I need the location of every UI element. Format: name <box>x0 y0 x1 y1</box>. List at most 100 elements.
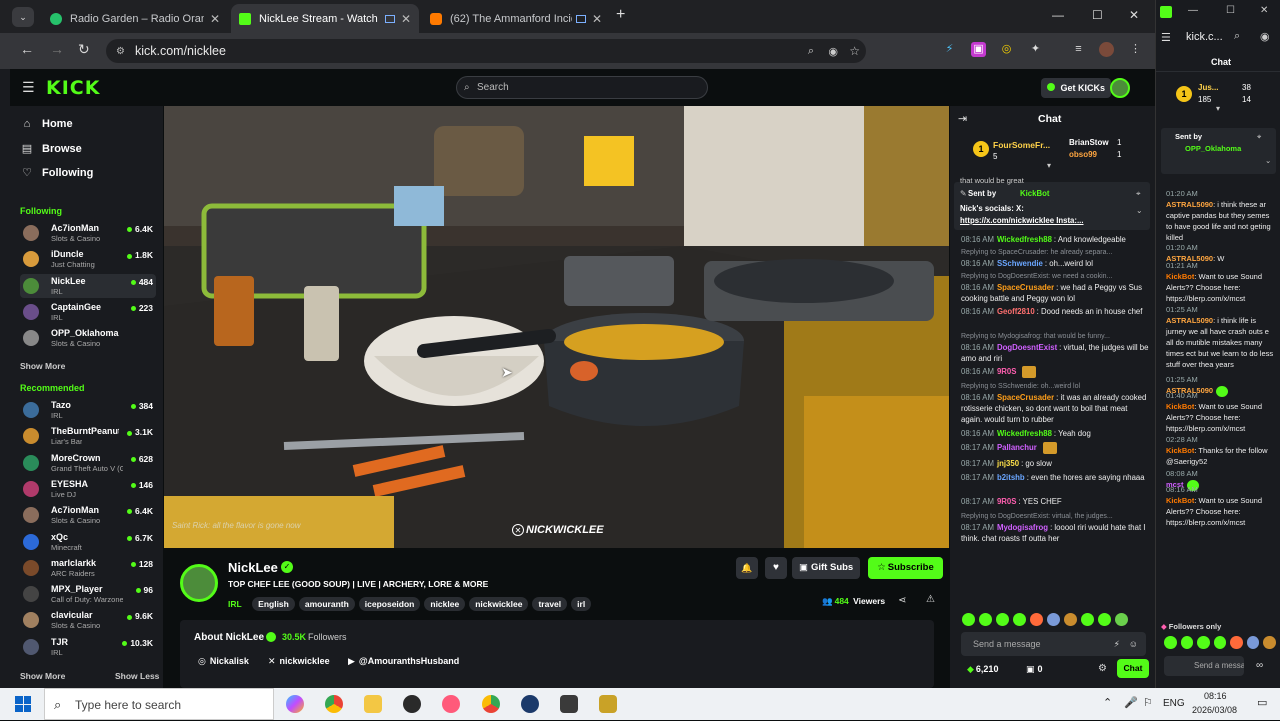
notifications-icon[interactable]: ▭ <box>1257 696 1267 709</box>
popout-chat-input[interactable]: Send a message <box>1164 656 1244 676</box>
copilot-icon[interactable] <box>286 695 304 713</box>
close-window-button[interactable]: ✕ <box>1260 5 1268 16</box>
clock-time[interactable]: 08:16 <box>1204 691 1227 701</box>
message-username[interactable]: jnj350 <box>997 459 1019 468</box>
gifter-name[interactable]: BrianStow <box>1069 138 1109 147</box>
nav-home[interactable]: ⌂ Home <box>20 118 73 130</box>
streamer-avatar[interactable] <box>180 564 218 602</box>
snipping-tool-icon[interactable] <box>442 695 460 713</box>
sidebar-channel[interactable]: Ac7ionMan Slots & Casino 6.4K <box>20 221 156 245</box>
user-avatar[interactable] <box>1110 78 1130 98</box>
message-username[interactable]: KickBot <box>1166 272 1194 281</box>
chat-input[interactable]: Send a message ⚡ ☺ <box>961 632 1146 656</box>
emote-icon[interactable] <box>996 613 1009 626</box>
emote-icon[interactable] <box>1098 613 1111 626</box>
close-window-button[interactable]: ✕ <box>1129 8 1139 22</box>
kicks-icon[interactable]: ⚡ <box>1114 632 1120 656</box>
minimize-button[interactable]: — <box>1052 8 1064 22</box>
emote-icon[interactable] <box>1197 636 1210 649</box>
chevron-down-icon[interactable]: ▾ <box>1216 104 1220 113</box>
notifications-button[interactable]: 🔔 <box>736 557 758 579</box>
app-icon[interactable] <box>560 695 578 713</box>
maximize-button[interactable]: ☐ <box>1092 8 1103 22</box>
message-username[interactable]: SpaceCrusader <box>997 283 1054 292</box>
emote-icon[interactable] <box>1030 613 1043 626</box>
close-icon[interactable]: ✕ <box>210 12 220 26</box>
new-tab-button[interactable]: + <box>616 6 625 24</box>
show-less-recommended[interactable]: Show Less <box>115 671 159 681</box>
emote-icon[interactable] <box>1047 613 1060 626</box>
streamer-name[interactable]: NickLee <box>228 560 278 575</box>
sidebar-channel[interactable]: iDuncle Just Chatting 1.8K <box>20 247 156 271</box>
send-arrow-icon[interactable]: ∞ <box>1256 660 1263 671</box>
sidebar-channel[interactable]: NickLee IRL 484 <box>20 273 156 298</box>
gifter-name[interactable]: obso99 <box>1069 150 1097 159</box>
instagram-link[interactable]: ◎ Nickalisk <box>198 656 249 667</box>
emote-icon[interactable] <box>979 613 992 626</box>
chrome-alt-icon[interactable] <box>482 695 500 713</box>
tab-search-button[interactable]: ⌄ <box>12 7 34 27</box>
message-username[interactable]: Wickedfresh88 <box>997 235 1052 244</box>
tag-pill[interactable]: English <box>252 597 295 611</box>
url-bar[interactable]: ⚙ kick.com/nicklee ⌕ ◉ ☆ <box>106 39 866 63</box>
category-link[interactable]: IRL <box>228 599 242 609</box>
chevron-down-icon[interactable]: ▾ <box>1047 161 1051 170</box>
collapse-chat-icon[interactable]: ⇥ <box>958 112 967 125</box>
message-username[interactable]: DogDoesntExist <box>997 343 1057 352</box>
sidebar-channel[interactable]: Ac7ionMan Slots & Casino 6.4K <box>20 503 156 527</box>
gifts-counter[interactable]: ▣ 0 <box>1026 664 1043 675</box>
follow-heart-button[interactable]: ♥ <box>765 557 787 579</box>
extension-icon[interactable]: ◎ <box>999 42 1014 57</box>
chat-settings-icon[interactable]: ⚙ <box>1098 663 1107 674</box>
profile-avatar[interactable] <box>1099 42 1114 57</box>
search-input[interactable]: ⌕ Search <box>456 76 708 99</box>
extension-icon[interactable]: ▣ <box>971 42 986 57</box>
share-icon[interactable]: ⋖ <box>898 595 906 606</box>
chat-send-button[interactable]: Chat <box>1117 659 1149 678</box>
tag-pill[interactable]: iceposeidon <box>358 597 421 611</box>
sidebar-channel[interactable]: xQc Minecraft 6.7K <box>20 530 156 554</box>
windows-start-icon[interactable] <box>15 696 31 712</box>
message-username[interactable]: Wickedfresh88 <box>997 429 1052 438</box>
sidebar-channel[interactable]: MPX_Player Call of Duty: Warzone 96 <box>20 582 156 606</box>
subscribe-button[interactable]: ☆ Subscribe <box>868 557 943 579</box>
tag-pill[interactable]: travel <box>532 597 568 611</box>
microphone-icon[interactable]: 🎤 <box>1124 696 1138 709</box>
unpin-icon[interactable]: ⌖ <box>1136 189 1140 199</box>
message-username[interactable]: Geoff2810 <box>997 307 1035 316</box>
hamburger-menu-icon[interactable]: ☰ <box>22 79 35 96</box>
chevron-down-icon[interactable]: ⌄ <box>1136 206 1143 215</box>
taskbar-search-input[interactable]: ⌕ Type here to search <box>44 688 274 720</box>
emote-icon[interactable] <box>1013 613 1026 626</box>
extensions-puzzle-icon[interactable]: ✦ <box>1028 42 1043 57</box>
forward-icon[interactable]: → <box>50 41 64 57</box>
emote-icon[interactable] <box>1081 613 1094 626</box>
tab-nicklee[interactable]: NickLee Stream - Watch Liv ✕ <box>231 4 419 33</box>
chevron-down-icon[interactable]: ⌄ <box>1265 156 1271 165</box>
nav-browse[interactable]: ▤ Browse <box>20 142 82 156</box>
nav-following[interactable]: ♡ Following <box>20 166 93 180</box>
message-username[interactable]: 9R0S <box>997 497 1017 506</box>
tag-pill[interactable]: nickwicklee <box>469 597 529 611</box>
message-username[interactable]: ASTRAL5090 <box>1166 316 1213 325</box>
emote-icon[interactable] <box>1164 636 1177 649</box>
file-explorer-icon[interactable] <box>364 695 382 713</box>
emote-icon[interactable] <box>1180 636 1194 649</box>
eye-off-icon[interactable]: ◉ <box>828 45 838 58</box>
popout-pinned[interactable]: Sent by OPP_Oklahoma ⌖ ⌄ <box>1161 128 1276 174</box>
back-icon[interactable]: ← <box>20 41 34 57</box>
message-username[interactable]: KickBot <box>1166 402 1194 411</box>
sidebar-channel[interactable]: clavicular Slots & Casino 9.6K <box>20 608 156 632</box>
message-username[interactable]: SSchwendie <box>997 259 1043 268</box>
tab-youtube[interactable]: (62) The Ammanford Incide ✕ <box>422 4 610 33</box>
show-more-following[interactable]: Show More <box>20 361 65 371</box>
sidebar-channel[interactable]: MoreCrownGrand Theft Auto V (G... 628 <box>20 451 156 475</box>
tray-chevron-icon[interactable]: ⌃ <box>1103 696 1112 709</box>
site-info-icon[interactable]: ⚙ <box>116 46 125 57</box>
emote-icon[interactable] <box>1115 613 1128 626</box>
extension-icon[interactable]: ⚡ <box>942 42 957 57</box>
media-controls-icon[interactable]: ≡ <box>1071 42 1086 57</box>
pin-icon[interactable]: ⌖ <box>1257 132 1261 142</box>
pinned-link[interactable]: https://x.com/nickwicklee Insta:... <box>960 216 1084 225</box>
sidebar-channel[interactable]: Tazo IRL 384 <box>20 398 156 422</box>
